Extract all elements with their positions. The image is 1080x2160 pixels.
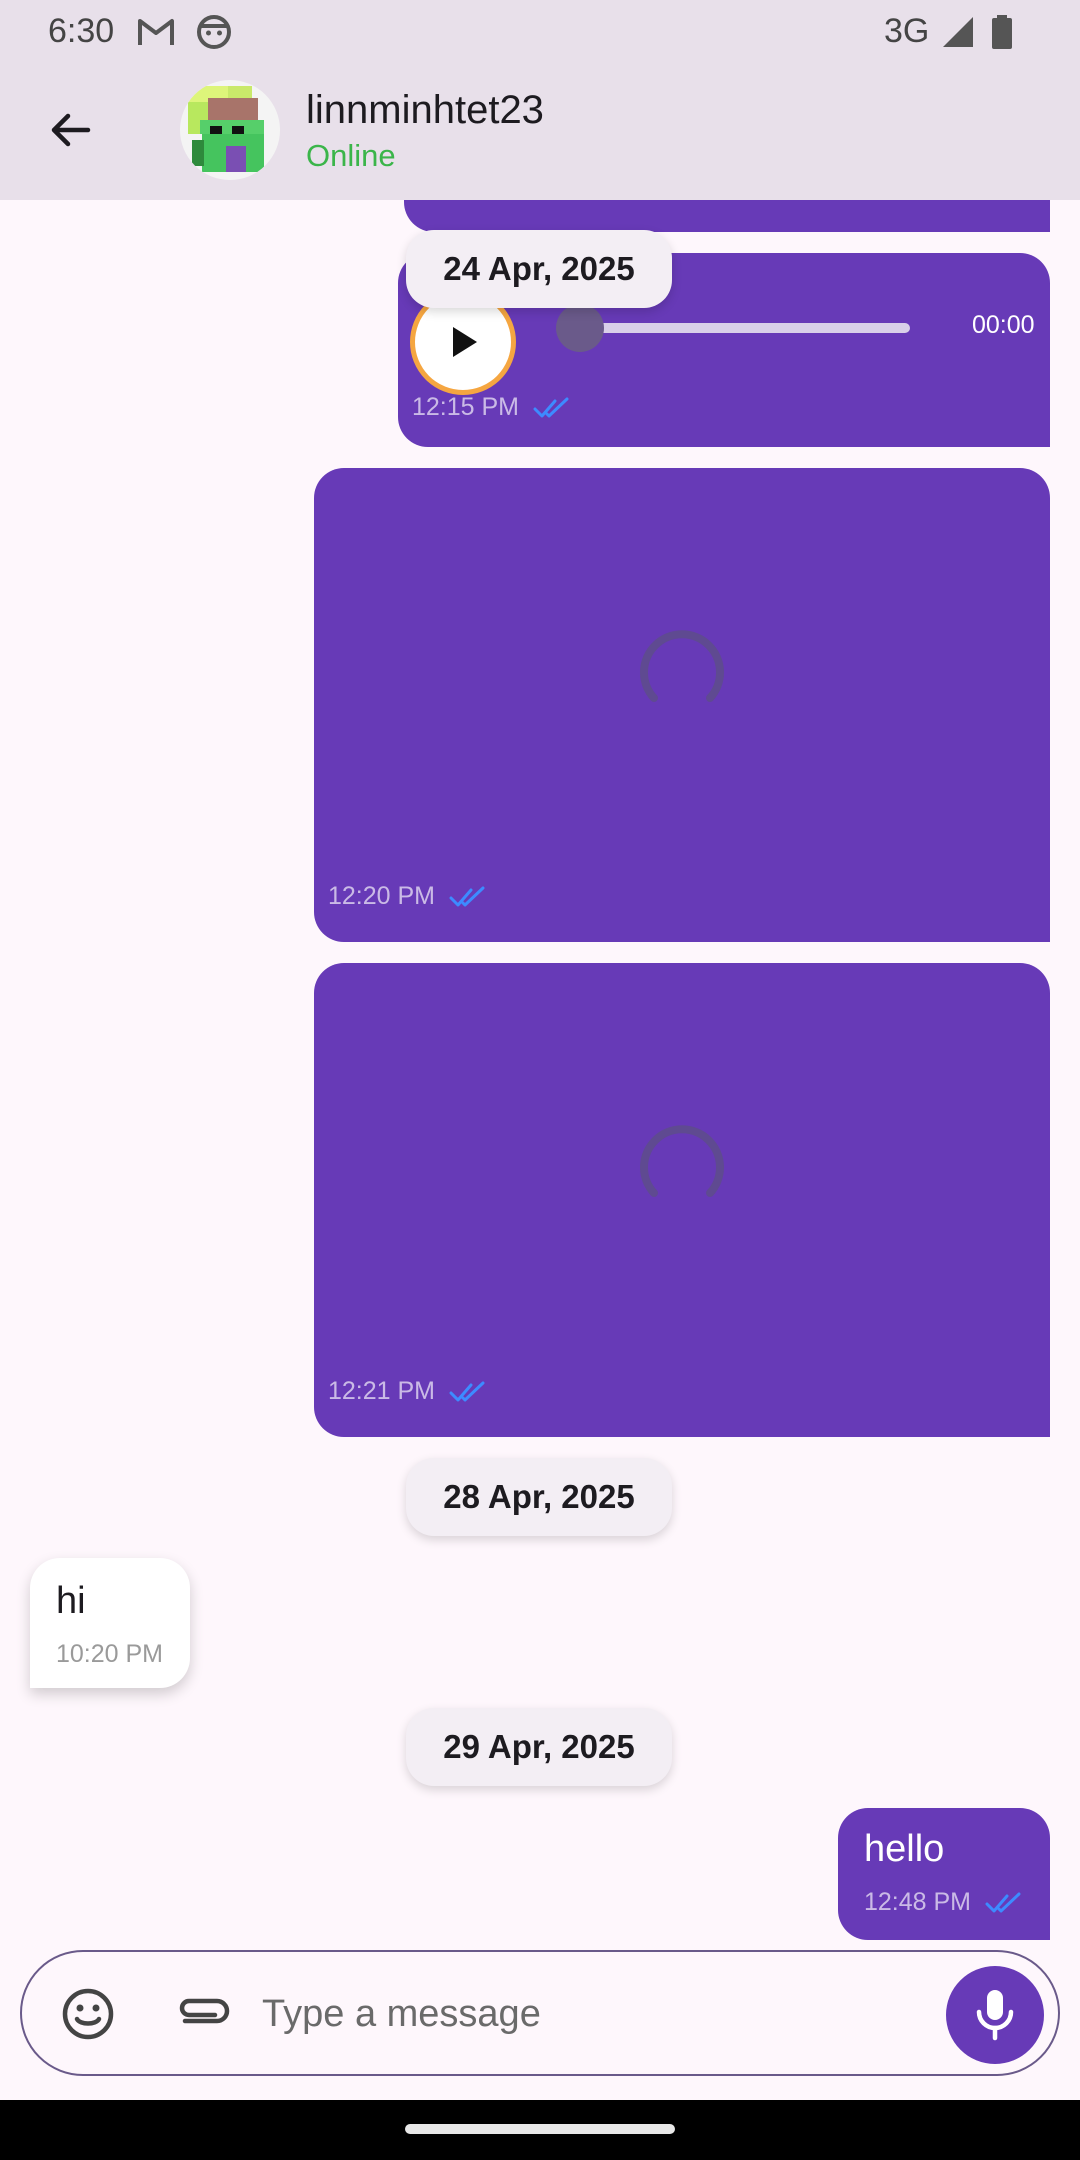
android-face-icon — [192, 10, 236, 54]
message-time: 12:48 PM — [864, 1888, 972, 1916]
message-time: 12:15 PM — [412, 393, 520, 421]
message-time: 12:20 PM — [328, 882, 436, 910]
audio-seek-handle[interactable] — [556, 304, 604, 352]
status-time: 6:30 — [48, 12, 115, 50]
message-text: hello — [864, 1828, 945, 1870]
loading-spinner-icon — [640, 1125, 724, 1197]
app-header: 6:30 3G linnminhtet23 Online — [0, 0, 1080, 200]
attach-button[interactable] — [172, 1982, 236, 2046]
message-list[interactable]: 00:00 12:15 PM 12:20 PM 12:21 PM 24 Apr,… — [0, 200, 1080, 1948]
loading-spinner-icon — [640, 630, 724, 702]
audio-duration: 00:00 — [972, 311, 1035, 339]
arrow-back-icon — [51, 113, 91, 147]
gmail-icon — [134, 10, 178, 54]
back-button[interactable] — [34, 94, 106, 166]
network-type: 3G — [884, 12, 930, 50]
message-composer — [20, 1950, 1060, 2076]
image-message-bubble[interactable]: 12:20 PM — [314, 468, 1050, 942]
contact-status: Online — [306, 138, 396, 173]
message-input[interactable] — [262, 1980, 942, 2048]
double-check-icon — [533, 397, 569, 417]
battery-icon — [980, 10, 1024, 54]
message-text: hi — [56, 1580, 86, 1622]
contact-name: linnminhtet23 — [306, 88, 544, 132]
signal-icon — [936, 10, 980, 54]
double-check-icon — [985, 1892, 1021, 1912]
message-meta: 12:48 PM — [864, 1888, 1023, 1917]
contact-avatar[interactable] — [180, 80, 280, 180]
microphone-icon — [976, 1990, 1014, 2041]
message-meta: 10:20 PM — [56, 1640, 163, 1669]
message-time: 12:21 PM — [328, 1377, 436, 1405]
emoji-button[interactable] — [56, 1982, 120, 2046]
message-meta: 12:20 PM — [328, 882, 487, 911]
message-bubble-partial[interactable] — [404, 200, 1050, 232]
image-message-bubble[interactable]: 12:21 PM — [314, 963, 1050, 1437]
play-icon — [453, 327, 477, 357]
audio-progress-track[interactable] — [558, 323, 910, 333]
message-time: 10:20 PM — [56, 1640, 164, 1668]
emoji-icon — [62, 1988, 114, 2040]
date-separator: 28 Apr, 2025 — [406, 1458, 672, 1536]
double-check-icon — [449, 1381, 485, 1401]
paperclip-icon — [179, 1998, 230, 2024]
date-separator: 29 Apr, 2025 — [406, 1708, 672, 1786]
home-gesture-handle[interactable] — [405, 2124, 675, 2134]
message-meta: 12:21 PM — [328, 1377, 487, 1406]
date-separator: 24 Apr, 2025 — [406, 230, 672, 308]
message-meta: 12:15 PM — [412, 393, 571, 422]
outgoing-message-bubble[interactable]: hello 12:48 PM — [838, 1808, 1050, 1940]
mic-button[interactable] — [946, 1966, 1044, 2064]
double-check-icon — [449, 886, 485, 906]
incoming-message-bubble[interactable]: hi 10:20 PM — [30, 1558, 190, 1688]
